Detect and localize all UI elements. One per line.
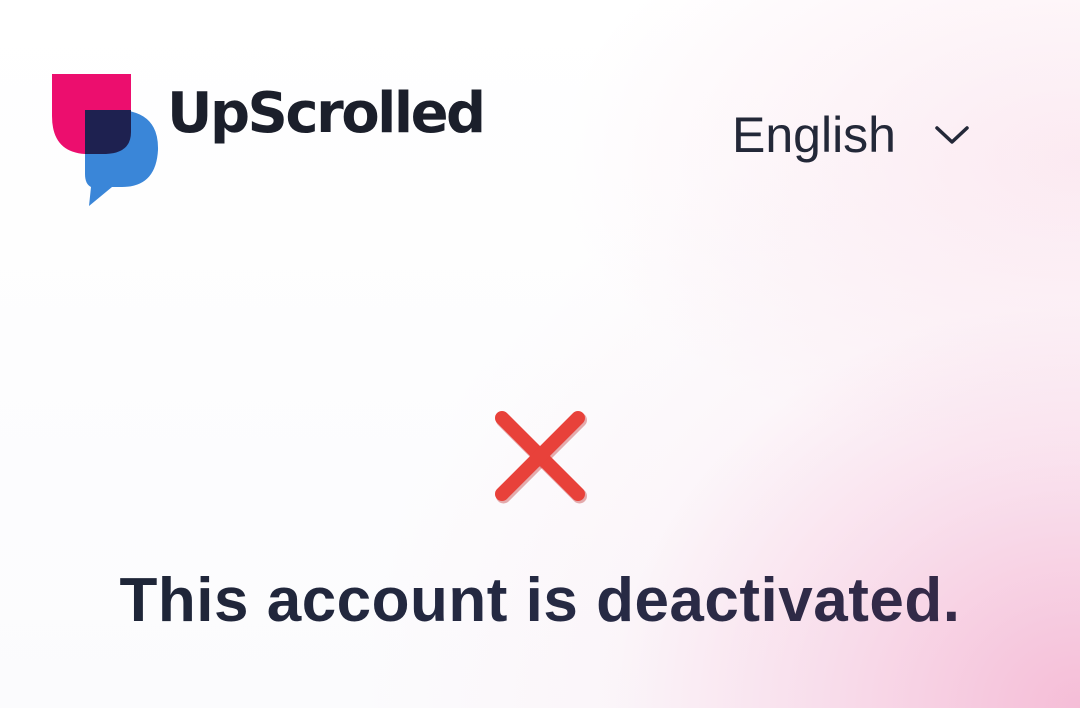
logo-mark-icon bbox=[52, 74, 159, 206]
language-select[interactable]: English bbox=[732, 110, 970, 160]
deactivated-message: This account is deactivated. bbox=[0, 570, 1080, 632]
language-selected-value: English bbox=[732, 107, 896, 163]
top-bar: UpScrolled English bbox=[0, 0, 1080, 220]
chevron-down-icon bbox=[935, 126, 969, 144]
deactivated-notice: This account is deactivated. bbox=[0, 380, 1080, 632]
red-cross-icon bbox=[495, 411, 587, 504]
brand-name: UpScrolled bbox=[167, 81, 486, 146]
upscrolled-logo[interactable]: UpScrolled bbox=[52, 74, 486, 208]
